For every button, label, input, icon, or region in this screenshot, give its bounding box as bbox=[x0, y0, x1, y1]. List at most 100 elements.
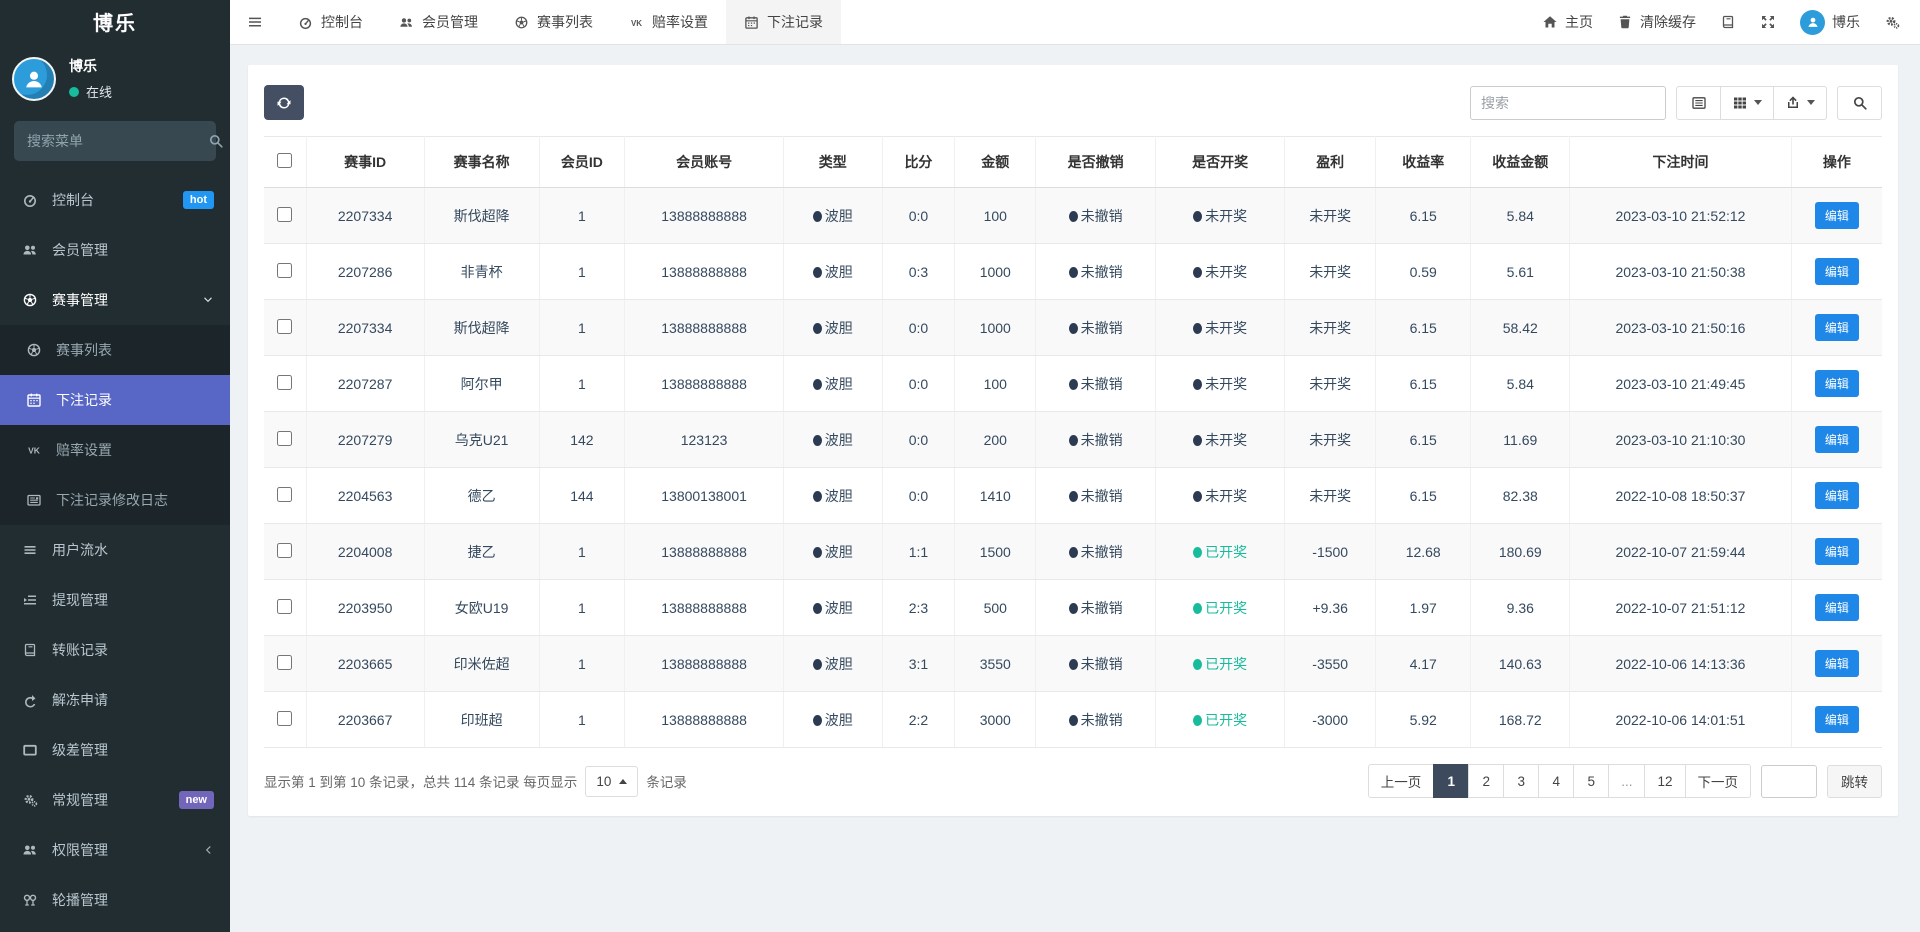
sidebar-item-console[interactable]: 控制台 hot bbox=[0, 175, 230, 225]
export-button[interactable] bbox=[1773, 85, 1827, 120]
page-button-5[interactable]: 5 bbox=[1573, 764, 1610, 798]
sidebar-item-bet-log[interactable]: 下注记录修改日志 bbox=[0, 475, 230, 525]
cell-account: 13888888888 bbox=[624, 243, 784, 300]
column-header-earn[interactable]: 收益金额 bbox=[1470, 136, 1571, 188]
sidebar-item-user-flow[interactable]: 用户流水 bbox=[0, 525, 230, 575]
card-view-button[interactable] bbox=[1676, 85, 1721, 120]
column-header-revoke[interactable]: 是否撤销 bbox=[1035, 136, 1156, 188]
column-header-type[interactable]: 类型 bbox=[782, 136, 883, 188]
edit-button[interactable]: 编辑 bbox=[1814, 594, 1859, 621]
row-checkbox[interactable] bbox=[277, 598, 293, 614]
sidebar-item-label: 用户流水 bbox=[52, 542, 108, 558]
table-search-input[interactable] bbox=[1470, 85, 1666, 120]
sidebar-item-transfer[interactable]: 转账记录 bbox=[0, 625, 230, 675]
page-size-select[interactable]: 10 bbox=[585, 765, 639, 797]
search-icon[interactable] bbox=[208, 133, 224, 149]
tab-odds[interactable]: VK 赔率设置 bbox=[611, 0, 726, 44]
prev-page-button[interactable]: 上一页 bbox=[1367, 764, 1435, 798]
cell-value: 德乙 bbox=[467, 487, 496, 504]
column-header-account[interactable]: 会员账号 bbox=[624, 136, 784, 188]
cell-earn: 140.63 bbox=[1470, 635, 1571, 692]
sidebar-item-level[interactable]: 级差管理 bbox=[0, 725, 230, 775]
cell-check bbox=[264, 411, 307, 468]
table-row: 2203665 印米佐超 1 13888888888 波胆 3:1 3550 未撤销 已开奖 -3… bbox=[264, 635, 1882, 692]
status-dot-icon bbox=[1193, 602, 1203, 614]
home-link[interactable]: 主页 bbox=[1542, 12, 1593, 32]
sidebar-item-carousel[interactable]: 轮播管理 bbox=[0, 875, 230, 925]
tab-member[interactable]: 会员管理 bbox=[381, 0, 496, 44]
user-menu[interactable]: 博乐 bbox=[1800, 9, 1860, 35]
edit-button[interactable]: 编辑 bbox=[1814, 426, 1859, 453]
new-badge: new bbox=[178, 791, 214, 809]
edit-button[interactable]: 编辑 bbox=[1814, 314, 1859, 341]
edit-button[interactable]: 编辑 bbox=[1814, 258, 1859, 285]
fullscreen-button[interactable] bbox=[1760, 14, 1776, 30]
revoke-status-label: 未撤销 bbox=[1080, 207, 1123, 224]
column-header-time[interactable]: 下注时间 bbox=[1569, 136, 1792, 188]
sidebar-item-odds[interactable]: VK 赔率设置 bbox=[0, 425, 230, 475]
row-checkbox[interactable] bbox=[277, 486, 293, 502]
clear-cache-link[interactable]: 清除缓存 bbox=[1617, 12, 1696, 32]
search-toggle-button[interactable] bbox=[1837, 85, 1882, 120]
column-header-profit[interactable]: 盈利 bbox=[1284, 136, 1376, 188]
sidebar-item-general[interactable]: 常规管理 new bbox=[0, 775, 230, 825]
chevron-left-icon bbox=[202, 844, 214, 856]
sidebar-item-permission[interactable]: 权限管理 bbox=[0, 825, 230, 875]
draw-status-label: 已开奖 bbox=[1205, 711, 1248, 728]
cell-value: -1500 bbox=[1312, 543, 1349, 560]
table-row: 2207334 斯伐超降 1 13888888888 波胆 0:0 100 未撤销 未开奖 未开奖… bbox=[264, 187, 1882, 244]
column-header-draw[interactable]: 是否开奖 bbox=[1154, 136, 1286, 188]
cell-draw: 已开奖 bbox=[1154, 635, 1286, 692]
settings-button[interactable] bbox=[1884, 14, 1900, 30]
sidebar-item-bet-record[interactable]: 下注记录 bbox=[0, 375, 230, 425]
column-header-member_id[interactable]: 会员ID bbox=[538, 136, 626, 188]
column-header-name[interactable]: 赛事名称 bbox=[423, 136, 540, 188]
page-button-12[interactable]: 12 bbox=[1644, 764, 1686, 798]
page-button-3[interactable]: 3 bbox=[1503, 764, 1540, 798]
column-header-amount[interactable]: 金额 bbox=[954, 136, 1037, 188]
sidebar-item-withdraw[interactable]: 提现管理 bbox=[0, 575, 230, 625]
sidebar-item-member[interactable]: 会员管理 bbox=[0, 225, 230, 275]
row-checkbox[interactable] bbox=[277, 710, 293, 726]
row-checkbox[interactable] bbox=[277, 318, 293, 334]
column-header-action[interactable]: 操作 bbox=[1790, 136, 1882, 188]
sidebar-item-match-list[interactable]: 赛事列表 bbox=[0, 325, 230, 375]
cell-earn: 168.72 bbox=[1470, 691, 1571, 748]
column-header-rate[interactable]: 收益率 bbox=[1374, 136, 1472, 188]
row-checkbox[interactable] bbox=[277, 654, 293, 670]
sidebar-search-input[interactable] bbox=[27, 133, 208, 149]
edit-button[interactable]: 编辑 bbox=[1814, 202, 1859, 229]
tab-match-list[interactable]: 赛事列表 bbox=[496, 0, 611, 44]
row-checkbox[interactable] bbox=[277, 542, 293, 558]
page-button-2[interactable]: 2 bbox=[1468, 764, 1505, 798]
edit-button[interactable]: 编辑 bbox=[1814, 370, 1859, 397]
select-all-checkbox[interactable] bbox=[277, 153, 293, 168]
tab-console[interactable]: 控制台 bbox=[280, 0, 381, 44]
tab-bet-record[interactable]: 下注记录 bbox=[726, 0, 841, 44]
page-button-1[interactable]: 1 bbox=[1433, 764, 1470, 798]
row-checkbox[interactable] bbox=[277, 206, 293, 222]
sidebar-toggle-button[interactable] bbox=[230, 0, 280, 44]
edit-button[interactable]: 编辑 bbox=[1814, 538, 1859, 565]
edit-button[interactable]: 编辑 bbox=[1814, 706, 1859, 733]
jump-button[interactable]: 跳转 bbox=[1827, 764, 1882, 798]
cell-score: 0:3 bbox=[881, 243, 956, 300]
edit-button[interactable]: 编辑 bbox=[1814, 650, 1859, 677]
row-checkbox[interactable] bbox=[277, 374, 293, 390]
sidebar-item-unfreeze[interactable]: 解冻申请 bbox=[0, 675, 230, 725]
brand-logo[interactable]: 博乐 bbox=[0, 0, 230, 48]
edit-button[interactable]: 编辑 bbox=[1814, 482, 1859, 509]
cell-value: 13888888888 bbox=[661, 599, 747, 616]
refresh-button[interactable] bbox=[264, 85, 304, 120]
page-button-4[interactable]: 4 bbox=[1538, 764, 1575, 798]
next-page-button[interactable]: 下一页 bbox=[1684, 764, 1751, 798]
column-header-score[interactable]: 比分 bbox=[881, 136, 956, 188]
cell-value: 2203667 bbox=[337, 711, 393, 728]
log-button[interactable] bbox=[1720, 14, 1736, 30]
jump-page-input[interactable] bbox=[1761, 764, 1817, 798]
row-checkbox[interactable] bbox=[277, 262, 293, 278]
columns-button[interactable] bbox=[1720, 85, 1774, 120]
row-checkbox[interactable] bbox=[277, 430, 293, 446]
sidebar-item-match[interactable]: 赛事管理 bbox=[0, 275, 230, 325]
column-header-id[interactable]: 赛事ID bbox=[305, 136, 425, 188]
